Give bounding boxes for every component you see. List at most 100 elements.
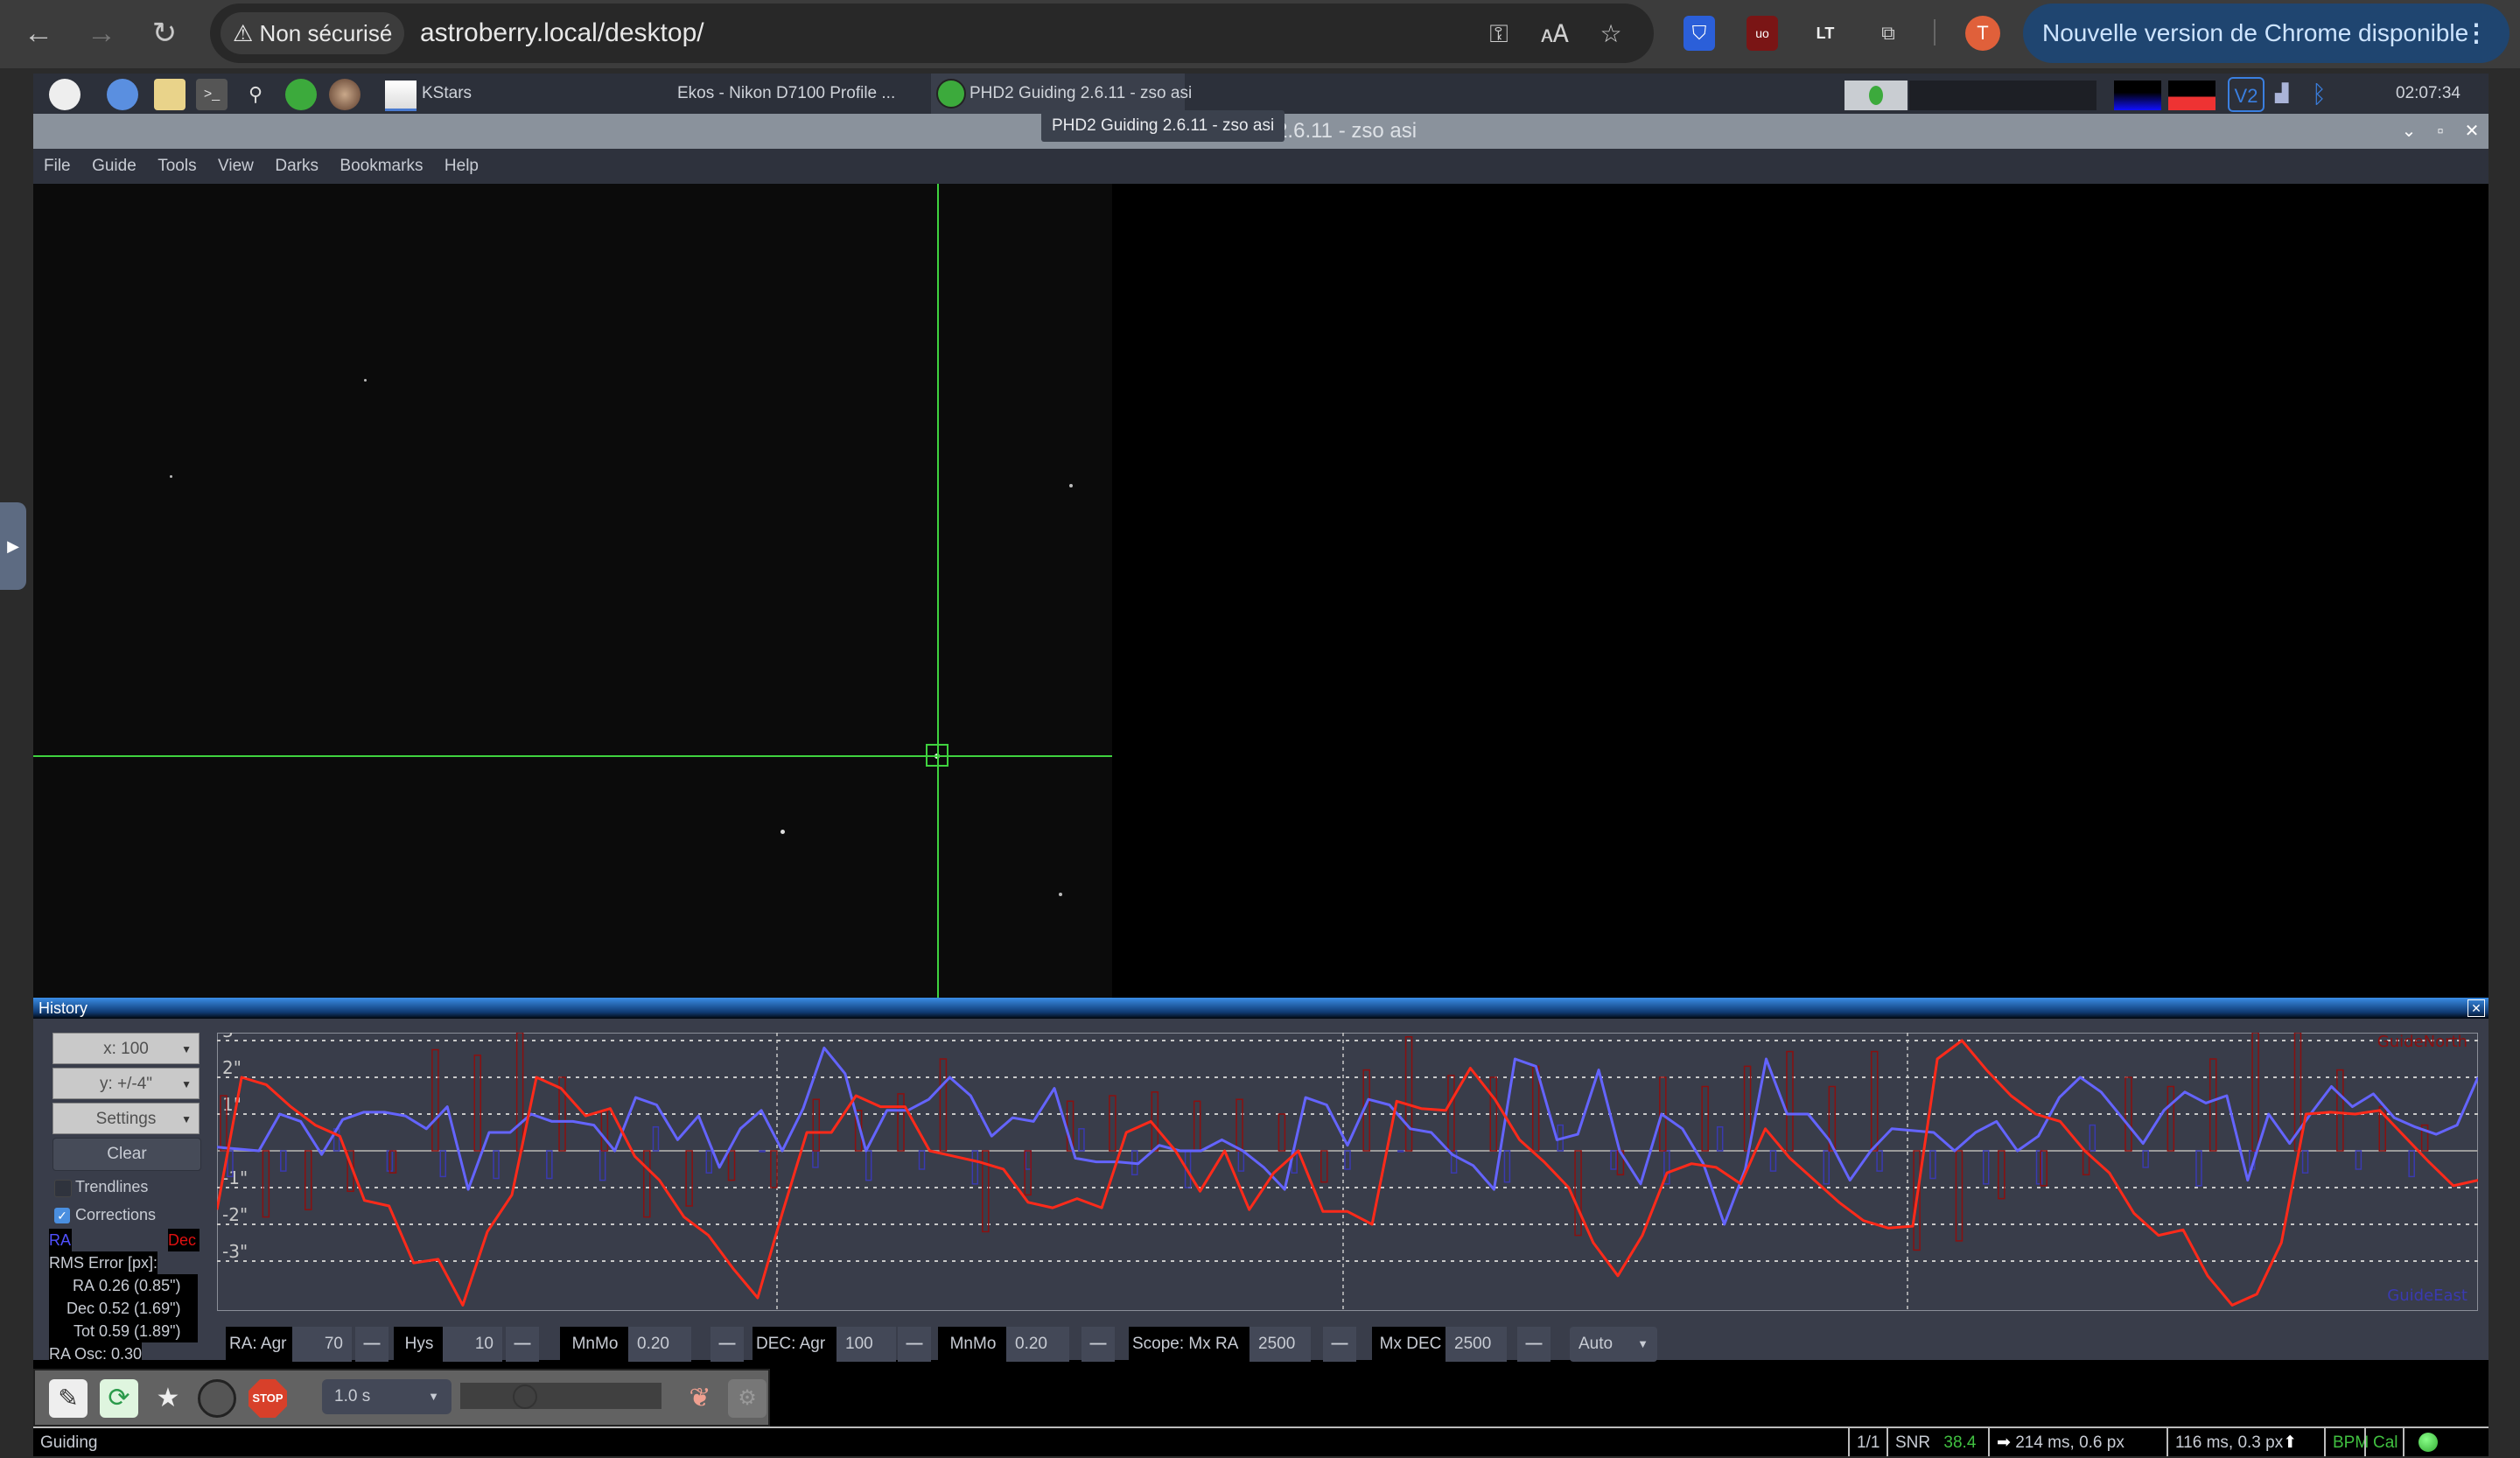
- trendlines-checkbox[interactable]: [54, 1180, 72, 1197]
- dec-mnmo-decrement[interactable]: —: [1082, 1327, 1115, 1362]
- y-scale-dropdown[interactable]: y: +/-4" ▼: [52, 1068, 200, 1099]
- bluetooth-icon[interactable]: ᛒ: [2312, 79, 2333, 110]
- close-window-button[interactable]: ✕: [2459, 114, 2485, 149]
- key-icon[interactable]: ⚿: [1482, 18, 1516, 51]
- arrow-right-icon: ➡: [1997, 1433, 2011, 1452]
- url-text[interactable]: astroberry.local/desktop/: [420, 16, 704, 51]
- guide-crosshair-icon[interactable]: [198, 1379, 236, 1418]
- menu-bookmarks[interactable]: Bookmarks: [340, 149, 423, 184]
- dec-agr-label: DEC: Agr: [752, 1327, 840, 1362]
- ra-legend-label: RA: [49, 1229, 72, 1251]
- dec-mnmo-label: MnMo: [938, 1327, 1008, 1362]
- wifi-signal-icon[interactable]: ▟: [2275, 82, 2301, 109]
- extensions-puzzle-icon[interactable]: ⧉: [1872, 16, 1904, 51]
- cpu-monitor: [2114, 81, 2161, 110]
- raspberry-menu-icon[interactable]: [49, 79, 80, 110]
- settings-dropdown[interactable]: Settings ▼: [52, 1103, 200, 1134]
- dec-mode-dropdown[interactable]: Auto ▼: [1570, 1327, 1657, 1362]
- menu-guide[interactable]: Guide: [92, 149, 136, 184]
- ra-mnmo-input[interactable]: 0.20: [628, 1327, 691, 1362]
- translate-icon[interactable]: 🗚: [1538, 18, 1572, 51]
- trendlines-label: Trendlines: [75, 1178, 149, 1195]
- languagetool-icon[interactable]: LT: [1810, 16, 1841, 51]
- ra-agr-decrement[interactable]: —: [355, 1327, 388, 1362]
- max-ra-decrement[interactable]: —: [1323, 1327, 1356, 1362]
- slider-thumb[interactable]: [513, 1384, 537, 1409]
- menu-view[interactable]: View: [218, 149, 254, 184]
- exposure-value: 1.0 s: [334, 1387, 371, 1405]
- dec-pulse-value: 116 ms, 0.3 px: [2175, 1433, 2284, 1452]
- usb-connect-icon[interactable]: ✎: [49, 1379, 88, 1418]
- browser-icon[interactable]: [107, 79, 138, 110]
- chevron-down-icon: ▼: [181, 1078, 192, 1090]
- dec-agr-decrement[interactable]: —: [898, 1327, 931, 1362]
- planet-icon[interactable]: [329, 79, 360, 110]
- back-button[interactable]: ←: [21, 16, 56, 51]
- task-phd2[interactable]: PHD2 Guiding 2.6.11 - zso asi: [931, 74, 1192, 114]
- max-ra-label: Scope: Mx RA: [1129, 1327, 1253, 1362]
- y-tick-label: 2": [222, 1057, 242, 1078]
- clear-button[interactable]: Clear: [52, 1138, 201, 1171]
- remote-desktop: >_ ⚲ KStars Ekos - Nikon D7100 Profile .…: [33, 74, 2488, 1456]
- telescope-icon[interactable]: ⚲: [240, 79, 271, 110]
- brain-advanced-settings-icon[interactable]: ❦: [681, 1379, 719, 1418]
- ra-mnmo-decrement[interactable]: —: [710, 1327, 744, 1362]
- loop-exposure-icon[interactable]: ⟳: [100, 1379, 138, 1418]
- menu-tools[interactable]: Tools: [158, 149, 196, 184]
- camera-settings-icon[interactable]: ⚙: [728, 1379, 766, 1418]
- phd2-launcher-icon[interactable]: [285, 79, 317, 110]
- hys-decrement[interactable]: —: [506, 1327, 539, 1362]
- guiding-history-graph[interactable]: 3"2"1"-1"-2"-3" GuideNorth GuideEast: [217, 1033, 2478, 1311]
- bitwarden-icon[interactable]: ⛉: [1684, 16, 1715, 51]
- star: [364, 379, 367, 382]
- gamma-slider[interactable]: [460, 1383, 662, 1409]
- hys-input[interactable]: 10: [443, 1327, 502, 1362]
- chrome-update-button[interactable]: Nouvelle version de Chrome disponible ⋮: [2023, 4, 2510, 63]
- x-scale-dropdown[interactable]: x: 100 ▼: [52, 1033, 200, 1064]
- forward-button[interactable]: →: [84, 16, 119, 51]
- dec-mode-value: Auto: [1578, 1335, 1614, 1353]
- kstars-window-icon: [385, 81, 416, 111]
- novnc-sidebar-handle[interactable]: ▶: [0, 502, 26, 590]
- more-menu-icon[interactable]: ⋮: [2464, 4, 2488, 63]
- rms-value: 0.52 (1.69"): [99, 1300, 181, 1317]
- bookmark-star-icon[interactable]: ☆: [1594, 18, 1628, 51]
- guide-camera-view[interactable]: [33, 184, 2488, 998]
- ra-correction-bar: [759, 1150, 766, 1153]
- hys-label: Hys: [394, 1327, 444, 1362]
- security-chip[interactable]: ⚠ Non sécurisé: [220, 12, 405, 54]
- max-dec-label: Mx DEC: [1372, 1327, 1449, 1362]
- task-ekos[interactable]: Ekos - Nikon D7100 Profile ...: [639, 74, 928, 114]
- max-ra-input[interactable]: 2500: [1250, 1327, 1311, 1362]
- auto-select-star-icon[interactable]: ★: [149, 1379, 187, 1418]
- desktop-pager-others[interactable]: [1909, 81, 2096, 110]
- task-label: KStars: [422, 84, 472, 102]
- y-scale-value: y: +/-4": [99, 1075, 153, 1093]
- terminal-icon[interactable]: >_: [196, 79, 228, 110]
- menu-help[interactable]: Help: [444, 149, 479, 184]
- ra-agr-input[interactable]: 70: [292, 1327, 352, 1362]
- file-manager-icon[interactable]: [154, 79, 186, 110]
- desktop-pager-1[interactable]: [1844, 81, 1908, 110]
- stop-icon[interactable]: STOP: [248, 1379, 287, 1418]
- warning-icon: ⚠: [233, 20, 254, 46]
- exposure-dropdown[interactable]: 1.0 s ▼: [322, 1379, 452, 1414]
- camera-frame[interactable]: [33, 184, 1112, 998]
- dec-mnmo-input[interactable]: 0.20: [1006, 1327, 1069, 1362]
- max-dec-input[interactable]: 2500: [1446, 1327, 1507, 1362]
- history-close-button[interactable]: ✕: [2468, 999, 2485, 1017]
- menu-darks[interactable]: Darks: [275, 149, 318, 184]
- ublock-icon[interactable]: uo: [1746, 16, 1778, 51]
- maximize-button[interactable]: ▫: [2427, 114, 2454, 149]
- reload-button[interactable]: ↻: [147, 16, 182, 51]
- crosshair-horizontal: [33, 755, 1112, 757]
- corrections-checkbox[interactable]: ✓: [54, 1208, 70, 1223]
- max-dec-decrement[interactable]: —: [1517, 1327, 1550, 1362]
- menu-file[interactable]: File: [44, 149, 71, 184]
- dec-agr-input[interactable]: 100: [836, 1327, 896, 1362]
- history-title: History: [38, 999, 88, 1017]
- plot-frame: [217, 1033, 2478, 1311]
- minimize-button[interactable]: ⌄: [2396, 114, 2422, 149]
- vnc-icon[interactable]: V2: [2228, 77, 2264, 112]
- profile-avatar[interactable]: T: [1965, 16, 2000, 51]
